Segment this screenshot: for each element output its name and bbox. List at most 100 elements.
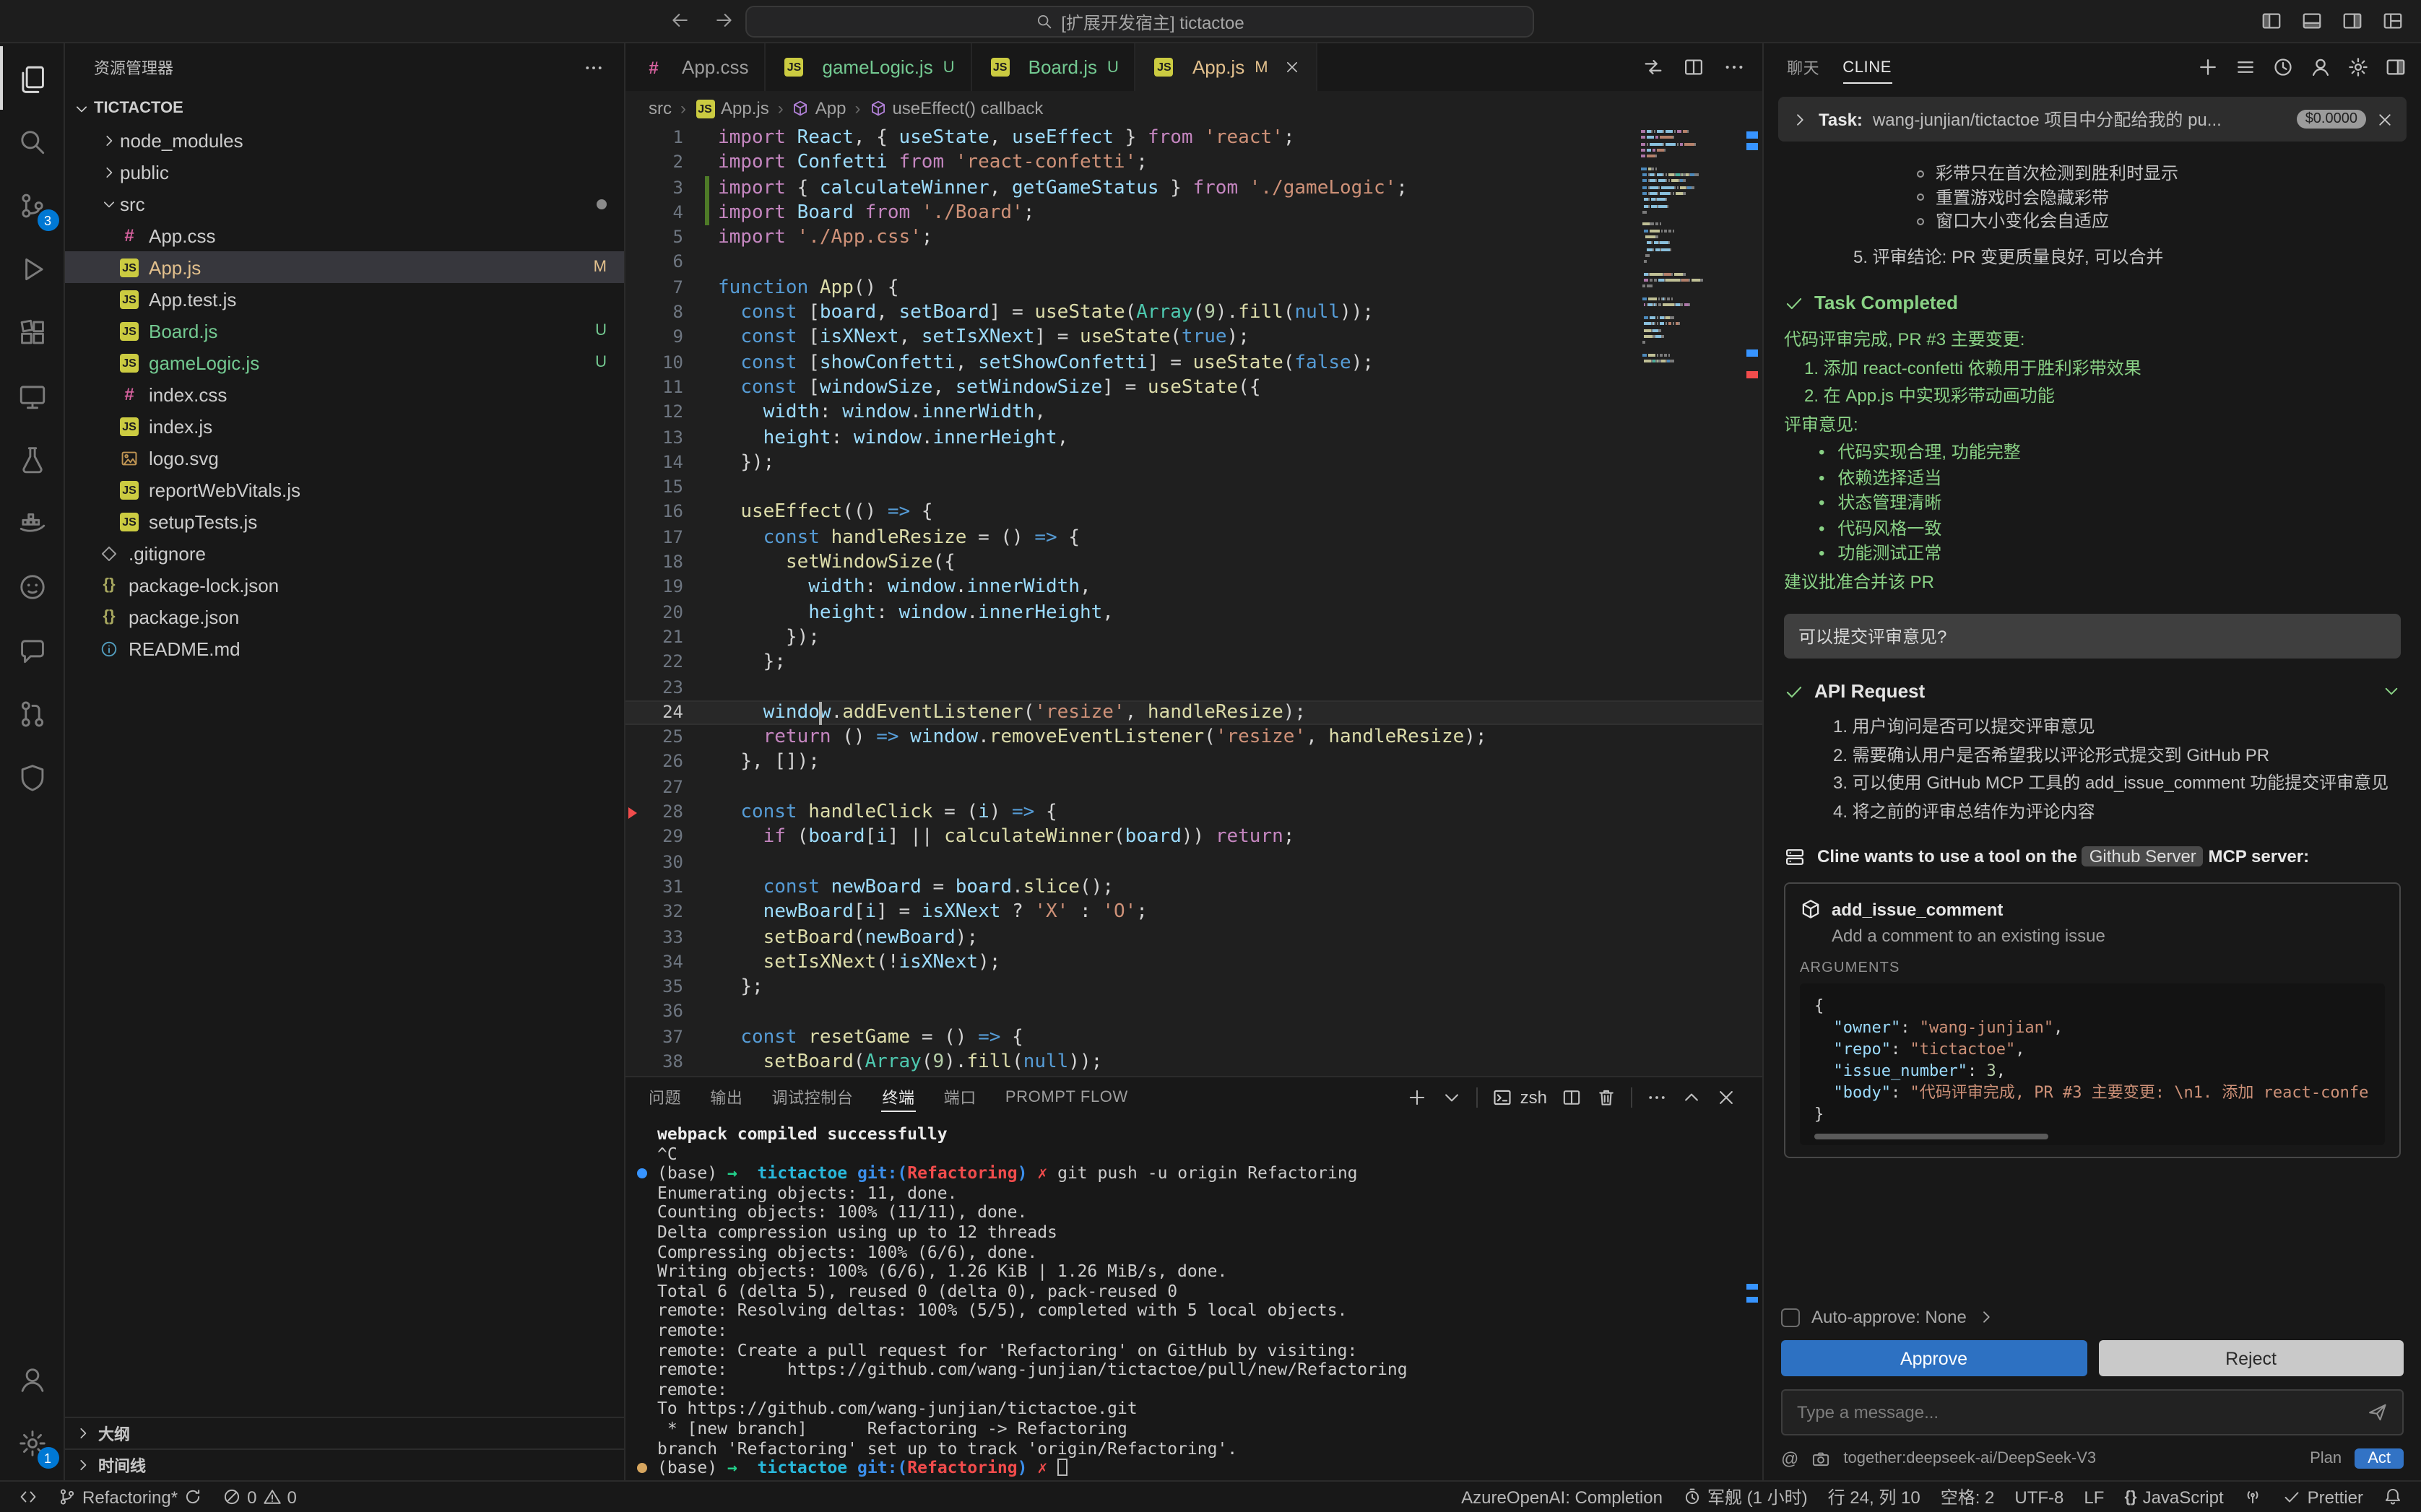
expand-task-icon[interactable]: [1791, 110, 1809, 128]
tree-item-.gitignore[interactable]: .gitignore: [65, 537, 624, 569]
activity-docker-icon[interactable]: [0, 491, 64, 555]
close-panel-icon[interactable]: [1716, 1087, 1736, 1108]
explorer-more-icon[interactable]: [584, 58, 604, 78]
activity-remote-explorer-icon[interactable]: [0, 364, 64, 427]
tree-item-Board.js[interactable]: JSBoard.jsU: [65, 315, 624, 347]
timer-status[interactable]: 军舰 (1 小时): [1673, 1482, 1818, 1512]
panel-tab-终端[interactable]: 终端: [867, 1077, 929, 1118]
open-changes-icon[interactable]: [1642, 56, 1664, 78]
account-icon[interactable]: [2310, 56, 2331, 78]
close-tab-icon[interactable]: [1284, 59, 1300, 75]
split-terminal-icon[interactable]: [1562, 1087, 1582, 1108]
command-decoration[interactable]: [637, 1463, 647, 1473]
settings-icon[interactable]: [2347, 56, 2369, 78]
cursor-position[interactable]: 行 24, 列 10: [1818, 1482, 1931, 1512]
activity-extensions-icon[interactable]: [0, 300, 64, 364]
command-center-search[interactable]: [扩展开发宿主] tictactoe: [745, 6, 1534, 38]
tool-arguments-json[interactable]: { "owner": "wang-junjian", "repo": "tict…: [1800, 983, 2385, 1145]
send-icon[interactable]: [2368, 1402, 2388, 1422]
tree-item-src[interactable]: src: [65, 188, 624, 220]
api-request-header[interactable]: API Request: [1784, 680, 2401, 702]
split-editor-icon[interactable]: [1683, 56, 1705, 78]
panel-tab-PROMPT FLOW[interactable]: PROMPT FLOW: [991, 1077, 1143, 1118]
command-decoration[interactable]: [637, 1168, 647, 1178]
tree-item-index.css[interactable]: #index.css: [65, 378, 624, 410]
breadcrumb-item-useEffect() callback[interactable]: useEffect() callback: [869, 98, 1043, 118]
layout-panel-icon[interactable]: [2301, 10, 2323, 32]
history-icon[interactable]: [2272, 56, 2294, 78]
chevron-down-icon[interactable]: [2382, 682, 2401, 700]
activity-source-control-icon[interactable]: 3: [0, 173, 64, 237]
layout-right-icon[interactable]: [2342, 10, 2363, 32]
tree-item-package.json[interactable]: {}package.json: [65, 601, 624, 633]
plan-toggle[interactable]: Plan: [2310, 1450, 2342, 1467]
editor-tab-App.js[interactable]: JSApp.jsM: [1136, 43, 1317, 91]
activity-pull-requests-icon[interactable]: [0, 682, 64, 745]
activity-run-debug-icon[interactable]: [0, 237, 64, 300]
activity-accounts-icon[interactable]: [0, 1347, 64, 1411]
auto-approve-checkbox[interactable]: [1781, 1308, 1800, 1326]
editor-tab-App.css[interactable]: #App.css: [625, 43, 766, 91]
terminal-output[interactable]: webpack compiled successfully^C(base) → …: [625, 1118, 1762, 1480]
tree-item-setupTests.js[interactable]: JSsetupTests.js: [65, 505, 624, 537]
panel-more-icon[interactable]: [1647, 1087, 1667, 1108]
project-section-header[interactable]: TICTACTOE: [65, 92, 624, 124]
ports[interactable]: [2234, 1482, 2273, 1512]
approve-button[interactable]: Approve: [1781, 1340, 2087, 1376]
breadcrumb-item-src[interactable]: src: [649, 98, 672, 118]
activity-explorer-icon[interactable]: [0, 46, 64, 110]
layout-left-icon[interactable]: [2261, 10, 2282, 32]
message-input[interactable]: [1797, 1402, 2356, 1422]
mcp-servers-icon[interactable]: [2235, 56, 2256, 78]
editor-tab-gameLogic.js[interactable]: JSgameLogic.jsU: [766, 43, 972, 91]
problems-status[interactable]: 0 0: [212, 1482, 307, 1512]
outline-section[interactable]: 大纲: [65, 1417, 624, 1448]
chat-history[interactable]: 彩带只在首次检测到胜利时显示重置游戏时会隐藏彩带窗口大小变化会自适应5. 评审结…: [1764, 150, 2421, 1301]
layout-grid-icon[interactable]: [2382, 10, 2404, 32]
back-icon[interactable]: [670, 10, 690, 30]
breadcrumb-item-App.js[interactable]: JSApp.js: [695, 97, 769, 120]
task-header[interactable]: Task: wang-junjian/tictactoe 项目中分配给我的 pu…: [1778, 97, 2407, 142]
terminal-dropdown-icon[interactable]: [1442, 1087, 1463, 1108]
forward-icon[interactable]: [714, 10, 734, 30]
new-task-icon[interactable]: [2197, 56, 2219, 78]
formatter[interactable]: Prettier: [2273, 1482, 2373, 1512]
tree-item-logo.svg[interactable]: logo.svg: [65, 442, 624, 474]
tree-item-public[interactable]: public: [65, 156, 624, 188]
panel-tab-问题[interactable]: 问题: [634, 1077, 696, 1118]
tab-chat[interactable]: 聊天: [1787, 43, 1819, 91]
activity-security-icon[interactable]: [0, 745, 64, 809]
act-toggle[interactable]: Act: [2355, 1448, 2404, 1469]
tree-item-package-lock.json[interactable]: {}package-lock.json: [65, 569, 624, 601]
panel-tab-端口[interactable]: 端口: [930, 1077, 991, 1118]
tree-item-gameLogic.js[interactable]: JSgameLogic.jsU: [65, 347, 624, 378]
tree-item-README.md[interactable]: README.md: [65, 633, 624, 664]
new-terminal-icon[interactable]: [1408, 1087, 1428, 1108]
activity-settings-icon[interactable]: 1: [0, 1411, 64, 1474]
tree-item-App.css[interactable]: #App.css: [65, 220, 624, 251]
activity-github-icon[interactable]: [0, 555, 64, 618]
reject-button[interactable]: Reject: [2098, 1340, 2404, 1376]
indentation[interactable]: 空格: 2: [1931, 1482, 2005, 1512]
maximize-panel-icon[interactable]: [1681, 1087, 1702, 1108]
branch-status[interactable]: Refactoring*: [48, 1482, 212, 1512]
terminal-instance[interactable]: zsh: [1493, 1087, 1547, 1108]
panel-layout-icon[interactable]: [2385, 56, 2407, 78]
context-mention-icon[interactable]: @: [1781, 1448, 1798, 1469]
kill-terminal-icon[interactable]: [1596, 1087, 1616, 1108]
tab-cline[interactable]: CLINE: [1842, 43, 1892, 91]
minimap[interactable]: [1641, 130, 1736, 366]
code-editor[interactable]: 1import React, { useState, useEffect } f…: [625, 126, 1762, 1076]
timeline-section[interactable]: 时间线: [65, 1448, 624, 1480]
tree-item-index.js[interactable]: JSindex.js: [65, 410, 624, 442]
tree-item-reportWebVitals.js[interactable]: JSreportWebVitals.js: [65, 474, 624, 505]
editor-tab-Board.js[interactable]: JSBoard.jsU: [972, 43, 1136, 91]
more-actions-icon[interactable]: [1723, 56, 1745, 78]
notifications[interactable]: [2373, 1482, 2412, 1512]
activity-chat-icon[interactable]: [0, 618, 64, 682]
tree-item-node_modules[interactable]: node_modules: [65, 124, 624, 156]
screenshot-icon[interactable]: [1811, 1449, 1830, 1468]
tree-item-App.js[interactable]: JSApp.jsM: [65, 251, 624, 283]
tree-item-App.test.js[interactable]: JSApp.test.js: [65, 283, 624, 315]
eol[interactable]: LF: [2074, 1482, 2114, 1512]
